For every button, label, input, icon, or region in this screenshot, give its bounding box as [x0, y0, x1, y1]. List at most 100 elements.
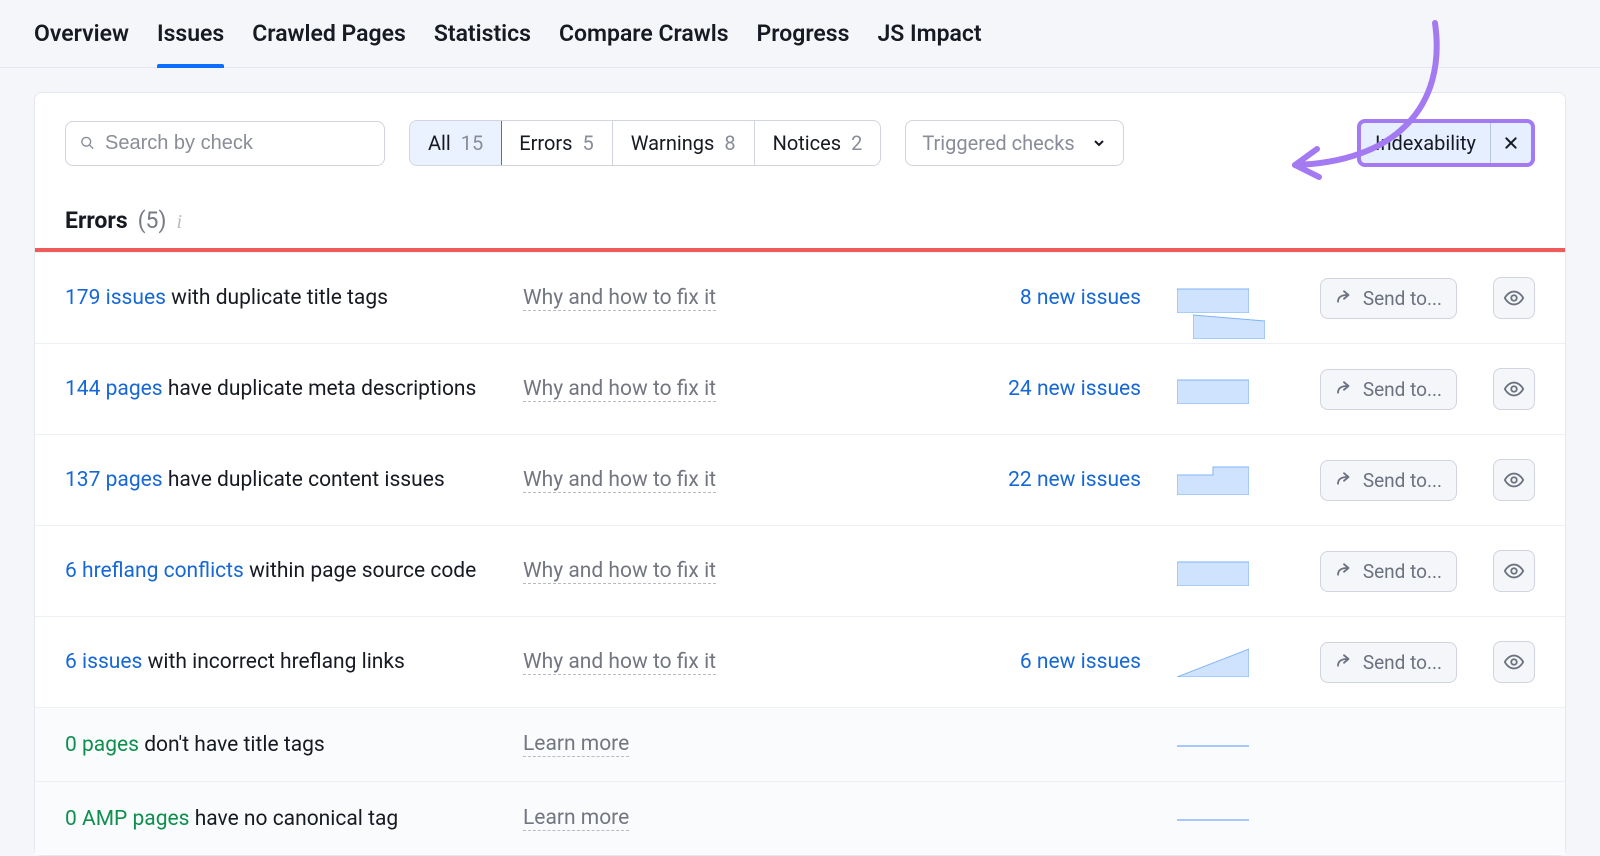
tab-overview[interactable]: Overview	[34, 20, 129, 67]
issue-text: 6 hreflang conflicts within page source …	[65, 559, 495, 583]
view-button[interactable]	[1493, 277, 1535, 319]
section-title: Errors	[65, 207, 128, 234]
issue-text: 0 pages don't have title tags	[65, 733, 495, 757]
issue-text: 0 AMP pages have no canonical tag	[65, 807, 495, 831]
issue-count-link[interactable]: 137 pages	[65, 468, 163, 492]
filter-all-count: 15	[461, 131, 483, 155]
eye-icon	[1503, 378, 1525, 400]
issue-row-zero: 0 pages don't have title tags Learn more	[35, 707, 1565, 781]
share-arrow-icon	[1335, 653, 1353, 671]
issue-text: 179 issues with duplicate title tags	[65, 286, 495, 310]
new-issues-link[interactable]: 22 new issues	[951, 468, 1141, 492]
eye-icon	[1503, 651, 1525, 673]
share-arrow-icon	[1335, 289, 1353, 307]
share-arrow-icon	[1335, 380, 1353, 398]
new-issues-link[interactable]: 6 new issues	[951, 650, 1141, 674]
issue-text: 6 issues with incorrect hreflang links	[65, 650, 495, 674]
issue-description: have no canonical tag	[189, 807, 398, 831]
tab-compare-crawls[interactable]: Compare Crawls	[559, 20, 729, 67]
issue-row: 144 pages have duplicate meta descriptio…	[35, 343, 1565, 434]
send-to-button[interactable]: Send to...	[1320, 369, 1457, 410]
send-label: Send to...	[1363, 651, 1442, 674]
issues-panel: All 15 Errors 5 Warnings 8 Notices 2 Tri…	[34, 92, 1566, 856]
send-label: Send to...	[1363, 560, 1442, 583]
trend-sparkline	[1177, 647, 1249, 677]
search-input-wrap[interactable]	[65, 121, 385, 166]
view-button[interactable]	[1493, 368, 1535, 410]
chevron-down-icon	[1091, 135, 1107, 151]
why-fix-link[interactable]: Why and how to fix it	[523, 286, 716, 311]
close-icon	[1503, 135, 1519, 151]
triggered-checks-dropdown[interactable]: Triggered checks	[905, 120, 1123, 166]
trend-sparkline	[1177, 743, 1249, 747]
tab-progress[interactable]: Progress	[757, 20, 850, 67]
filter-warnings-count: 8	[724, 131, 735, 155]
errors-section-header: Errors (5) i	[35, 185, 1565, 248]
section-count: (5)	[138, 207, 167, 234]
severity-filter: All 15 Errors 5 Warnings 8 Notices 2	[409, 120, 881, 166]
issue-row: 6 hreflang conflicts within page source …	[35, 525, 1565, 616]
filter-warnings[interactable]: Warnings 8	[612, 121, 754, 165]
learn-more-link[interactable]: Learn more	[523, 806, 629, 831]
eye-icon	[1503, 469, 1525, 491]
view-button[interactable]	[1493, 641, 1535, 683]
filters-row: All 15 Errors 5 Warnings 8 Notices 2 Tri…	[35, 93, 1565, 185]
issue-description: with duplicate title tags	[166, 286, 388, 310]
filter-all-label: All	[428, 131, 451, 155]
why-fix-link[interactable]: Why and how to fix it	[523, 559, 716, 584]
tab-issues[interactable]: Issues	[157, 20, 224, 67]
why-fix-link[interactable]: Why and how to fix it	[523, 650, 716, 675]
issue-count-link[interactable]: 6 issues	[65, 650, 142, 674]
filter-errors[interactable]: Errors 5	[501, 121, 611, 165]
section-sparkline	[1193, 309, 1265, 339]
eye-icon	[1503, 287, 1525, 309]
issue-count-link[interactable]: 144 pages	[65, 377, 163, 401]
tab-js-impact[interactable]: JS Impact	[877, 20, 981, 67]
send-to-button[interactable]: Send to...	[1320, 460, 1457, 501]
remove-filter-button[interactable]	[1491, 123, 1531, 163]
issue-description: within page source code	[244, 559, 476, 583]
filter-all[interactable]: All 15	[409, 120, 502, 166]
issue-description: have duplicate content issues	[163, 468, 445, 492]
filter-warnings-label: Warnings	[631, 131, 715, 155]
info-icon[interactable]: i	[176, 211, 182, 234]
issue-text: 144 pages have duplicate meta descriptio…	[65, 377, 495, 401]
tab-crawled-pages[interactable]: Crawled Pages	[252, 20, 406, 67]
trend-sparkline	[1177, 817, 1249, 821]
trend-sparkline	[1177, 556, 1249, 586]
why-fix-link[interactable]: Why and how to fix it	[523, 377, 716, 402]
main-tabs: Overview Issues Crawled Pages Statistics…	[0, 0, 1600, 68]
send-label: Send to...	[1363, 287, 1442, 310]
issue-description: have duplicate meta descriptions	[163, 377, 477, 401]
active-filter-label: Indexability	[1361, 123, 1490, 163]
send-label: Send to...	[1363, 469, 1442, 492]
issue-row: 137 pages have duplicate content issues …	[35, 434, 1565, 525]
active-filter-chip: Indexability	[1357, 119, 1535, 167]
filter-errors-count: 5	[583, 131, 594, 155]
filter-notices[interactable]: Notices 2	[754, 121, 881, 165]
new-issues-link[interactable]: 24 new issues	[951, 377, 1141, 401]
send-to-button[interactable]: Send to...	[1320, 278, 1457, 319]
send-label: Send to...	[1363, 378, 1442, 401]
trend-sparkline	[1177, 465, 1249, 495]
filter-notices-label: Notices	[773, 131, 841, 155]
filter-notices-count: 2	[851, 131, 862, 155]
issue-count-link[interactable]: 6 hreflang conflicts	[65, 559, 244, 583]
issue-row: 179 issues with duplicate title tags Why…	[35, 252, 1565, 343]
issue-description: don't have title tags	[139, 733, 325, 757]
view-button[interactable]	[1493, 550, 1535, 592]
tab-statistics[interactable]: Statistics	[434, 20, 531, 67]
issue-row: 6 issues with incorrect hreflang links W…	[35, 616, 1565, 707]
trend-sparkline	[1177, 374, 1249, 404]
issue-count-link[interactable]: 0 pages	[65, 733, 139, 757]
send-to-button[interactable]: Send to...	[1320, 642, 1457, 683]
issue-count-link[interactable]: 179 issues	[65, 286, 166, 310]
search-input[interactable]	[105, 132, 370, 155]
send-to-button[interactable]: Send to...	[1320, 551, 1457, 592]
view-button[interactable]	[1493, 459, 1535, 501]
issue-count-link[interactable]: 0 AMP pages	[65, 807, 189, 831]
learn-more-link[interactable]: Learn more	[523, 732, 629, 757]
new-issues-link[interactable]: 8 new issues	[951, 286, 1141, 310]
why-fix-link[interactable]: Why and how to fix it	[523, 468, 716, 493]
issue-description: with incorrect hreflang links	[142, 650, 405, 674]
